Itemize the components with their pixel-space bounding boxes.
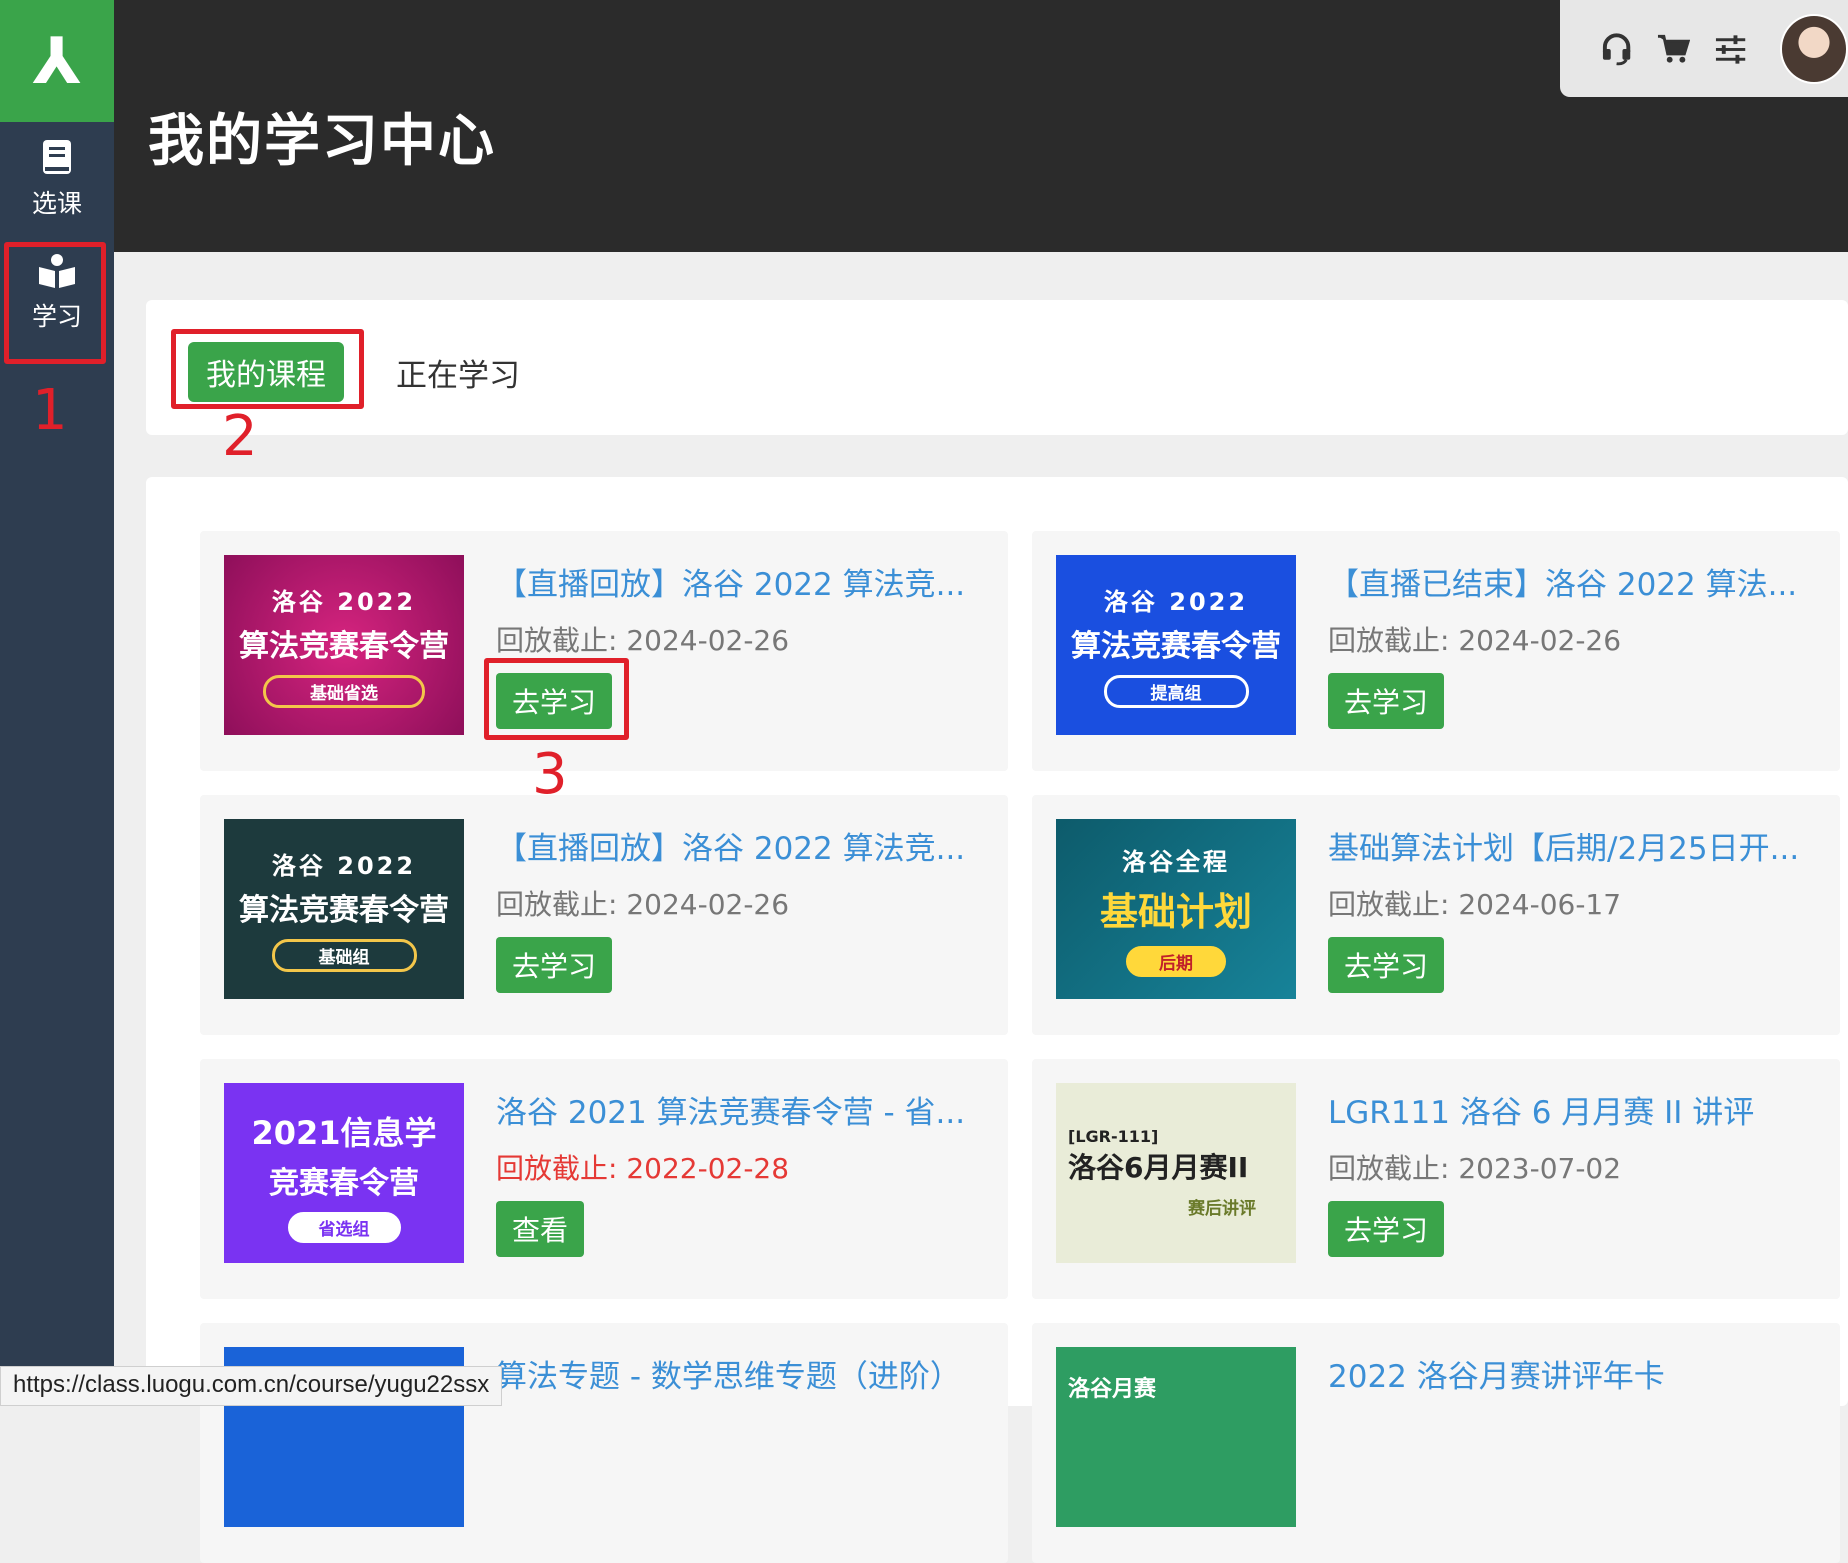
course-thumbnail[interactable]: 洛谷 2022 算法竞赛春令营 提高组 — [1056, 555, 1296, 735]
course-thumbnail[interactable]: [LGR-111] 洛谷6月月赛II 赛后讲评 — [1056, 1083, 1296, 1263]
view-button[interactable]: 查看 — [496, 1201, 585, 1257]
course-title[interactable]: 【直播已结束】洛谷 2022 算法... — [1328, 559, 1808, 604]
courses-card: 洛谷 2022 算法竞赛春令营 基础省选 【直播回放】洛谷 2022 算法竞..… — [146, 477, 1848, 1563]
sliders-icon[interactable] — [1714, 32, 1747, 66]
go-learn-button[interactable]: 去学习 — [1328, 673, 1445, 729]
sidebar-item-courses[interactable]: 选课 — [0, 122, 114, 236]
annotation-box-3 — [484, 658, 629, 740]
course-deadline: 回放截止: 2024-02-26 — [1328, 624, 1622, 657]
page-title: 我的学习中心 — [148, 109, 496, 174]
avatar[interactable] — [1779, 13, 1848, 84]
annotation-number-2: 2 — [222, 404, 258, 469]
course-deadline: 回放截止: 2023-07-02 — [1328, 1152, 1622, 1185]
book-icon — [43, 140, 71, 174]
course-deadline-expired: 回放截止: 2022-02-28 — [496, 1152, 790, 1185]
annotation-box-2 — [171, 329, 364, 409]
course-thumbnail[interactable]: 洛谷 2022 算法竞赛春令营 基础省选 — [224, 555, 464, 735]
course-deadline: 回放截止: 2024-02-26 — [496, 888, 790, 921]
course-title[interactable]: 洛谷 2021 算法竞赛春令营 - 省... — [496, 1087, 976, 1132]
user-toolbar — [1560, 0, 1848, 97]
go-learn-button[interactable]: 去学习 — [1328, 1201, 1445, 1257]
link-preview-statusbar: https://class.luogu.com.cn/course/yugu22… — [0, 1366, 503, 1406]
go-learn-button[interactable]: 去学习 — [496, 937, 613, 993]
annotation-number-3: 3 — [532, 742, 568, 807]
course-thumbnail[interactable]: 洛谷全程 基础计划 后期 — [1056, 819, 1296, 999]
course-title[interactable]: LGR111 洛谷 6 月月赛 II 讲评 — [1328, 1087, 1808, 1132]
annotation-box-1 — [4, 242, 106, 364]
course-thumbnail[interactable]: 洛谷 2022 算法竞赛春令营 基础组 — [224, 819, 464, 999]
course-card[interactable]: 洛谷全程 基础计划 后期 基础算法计划【后期/2月25日开... 回放截止: 2… — [1032, 795, 1840, 1035]
annotation-number-1: 1 — [32, 378, 68, 443]
course-title[interactable]: 基础算法计划【后期/2月25日开... — [1328, 823, 1808, 868]
course-title[interactable]: 算法专题 - 数学思维专题（进阶） — [496, 1351, 976, 1396]
course-card[interactable]: 2021信息学 竞赛春令营 省选组 洛谷 2021 算法竞赛春令营 - 省...… — [200, 1059, 1008, 1299]
go-learn-button[interactable]: 去学习 — [1328, 937, 1445, 993]
course-deadline: 回放截止: 2024-02-26 — [496, 624, 790, 657]
course-deadline: 回放截止: 2024-06-17 — [1328, 888, 1622, 921]
course-title[interactable]: 2022 洛谷月赛讲评年卡 — [1328, 1351, 1808, 1396]
course-card[interactable]: 洛谷月赛 2022 洛谷月赛讲评年卡 — [1032, 1323, 1840, 1563]
cart-icon[interactable] — [1657, 32, 1691, 66]
headset-icon[interactable] — [1600, 32, 1633, 66]
course-card[interactable]: [LGR-111] 洛谷6月月赛II 赛后讲评 LGR111 洛谷 6 月月赛 … — [1032, 1059, 1840, 1299]
course-card[interactable]: 洛谷 2022 算法竞赛春令营 提高组 【直播已结束】洛谷 2022 算法...… — [1032, 531, 1840, 771]
course-title[interactable]: 【直播回放】洛谷 2022 算法竞... — [496, 559, 976, 604]
tab-currently-learning[interactable]: 正在学习 — [396, 350, 520, 395]
course-card[interactable]: 洛谷 2022 算法竞赛春令营 基础组 【直播回放】洛谷 2022 算法竞...… — [200, 795, 1008, 1035]
course-thumbnail[interactable]: 洛谷月赛 — [1056, 1347, 1296, 1527]
tabs-card: 我的课程 正在学习 — [146, 300, 1848, 435]
sidebar: ⅄ 选课 学习 — [0, 0, 114, 1406]
luogu-logo[interactable]: ⅄ — [0, 0, 114, 122]
course-card[interactable]: 算法专题 - 数学思维专题（进阶） — [200, 1323, 1008, 1563]
sidebar-item-label: 选课 — [31, 189, 82, 218]
course-thumbnail[interactable]: 2021信息学 竞赛春令营 省选组 — [224, 1083, 464, 1263]
course-title[interactable]: 【直播回放】洛谷 2022 算法竞... — [496, 823, 976, 868]
